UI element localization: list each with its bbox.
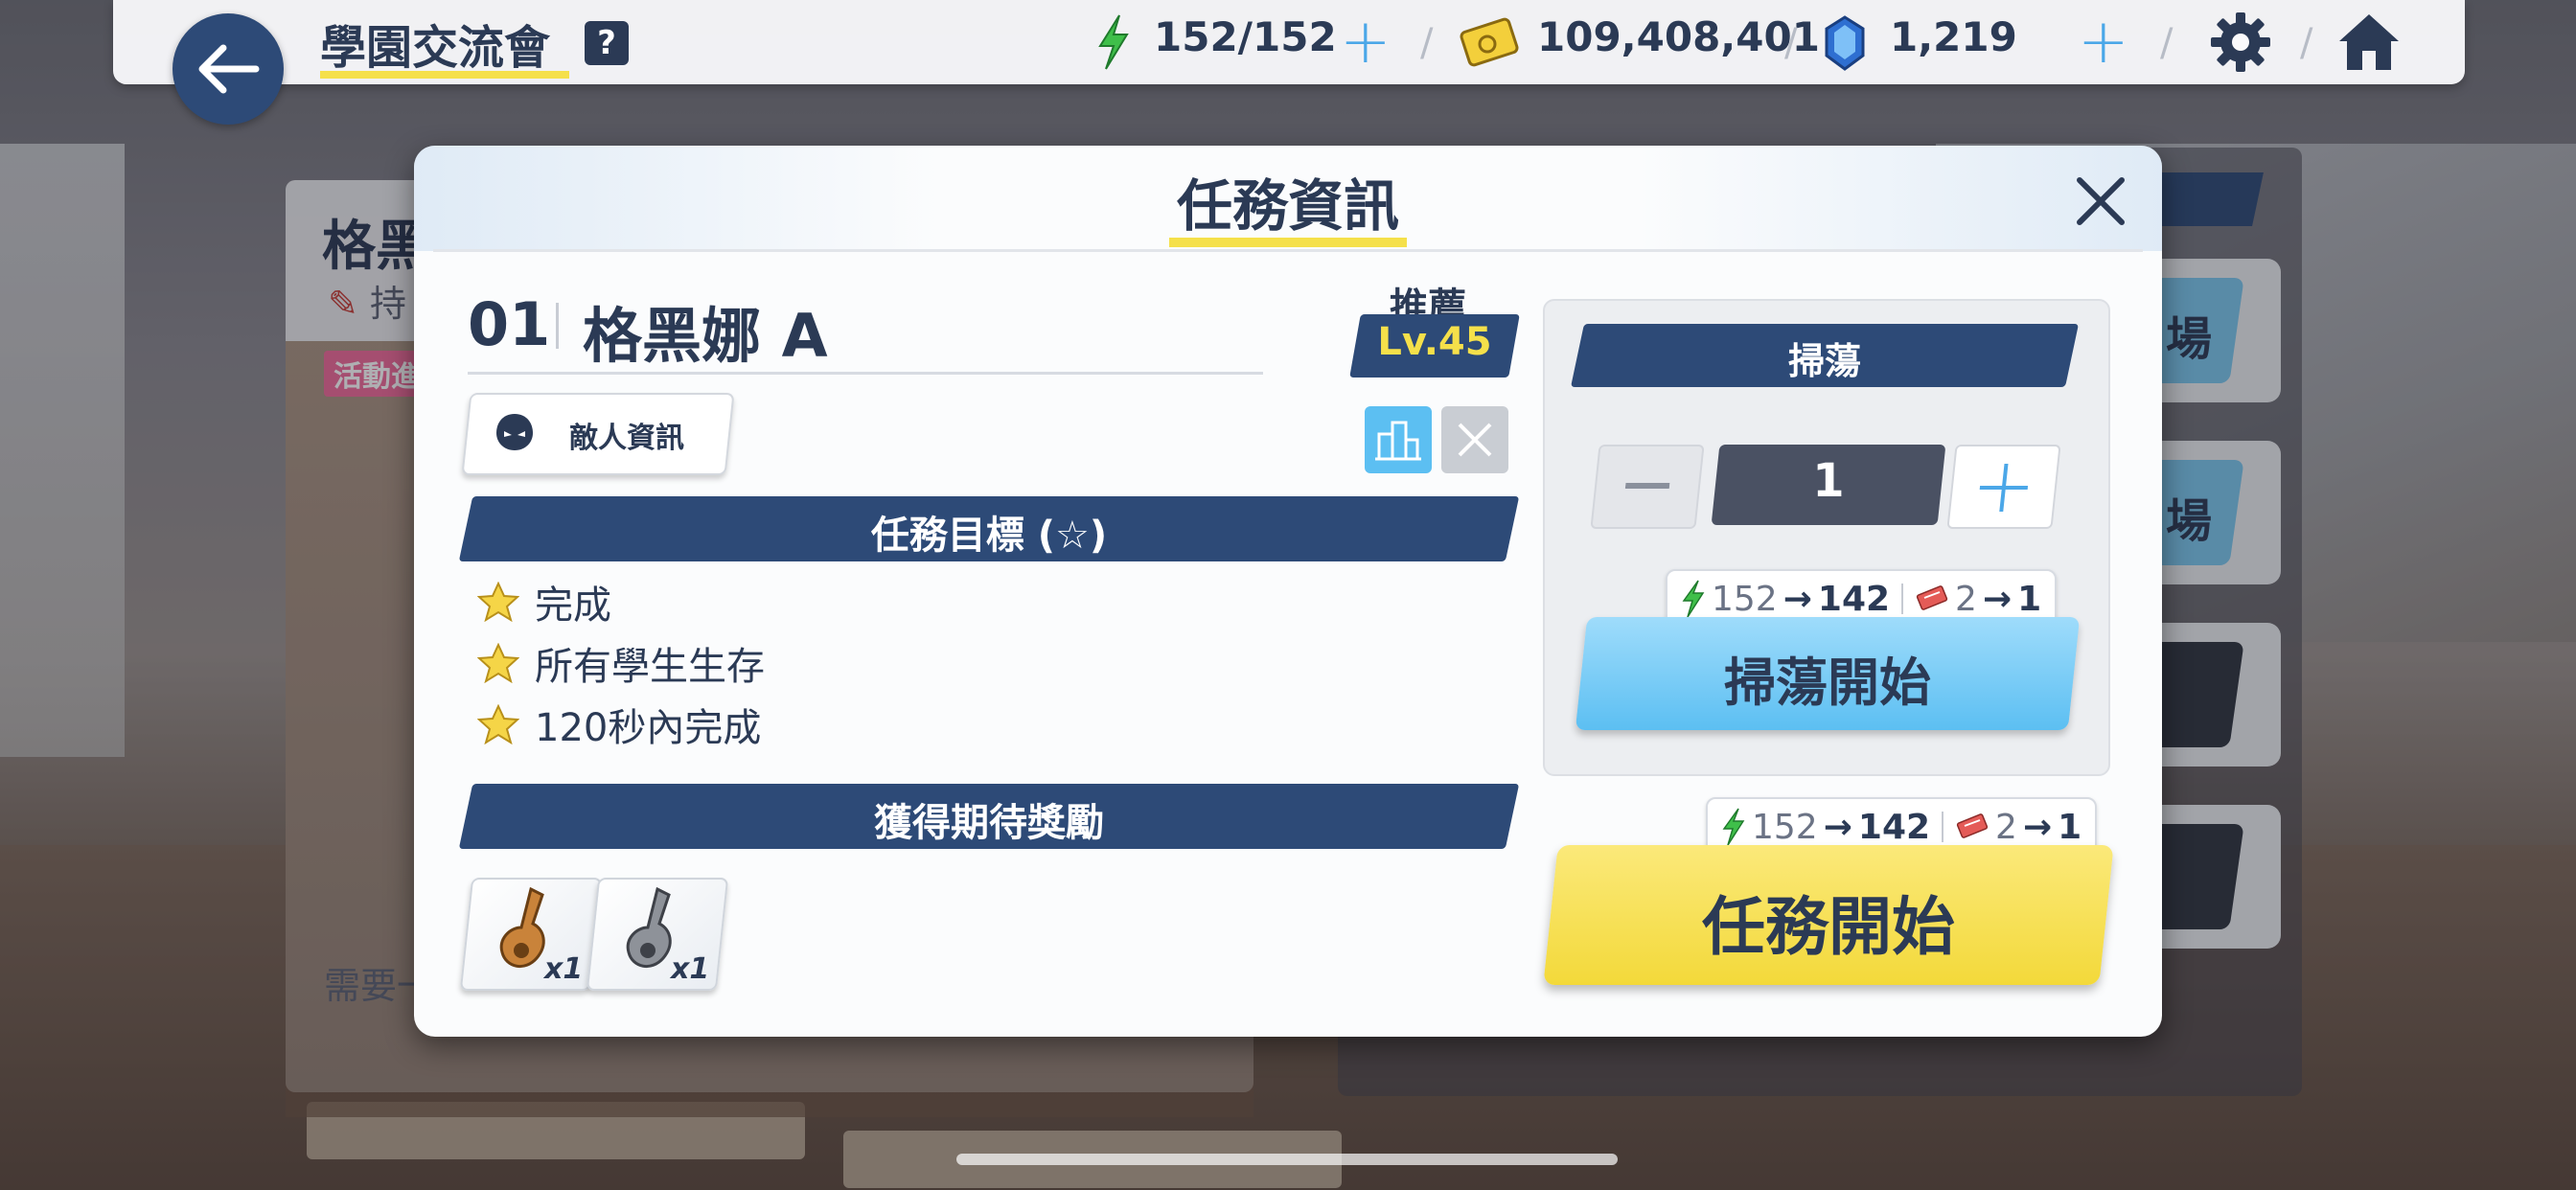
gear-icon bbox=[2211, 12, 2270, 72]
reward-count: x1 bbox=[671, 952, 710, 986]
credit-card-icon bbox=[1460, 17, 1519, 67]
settings-button[interactable] bbox=[2206, 8, 2275, 77]
divider bbox=[468, 372, 1263, 375]
star-icon bbox=[477, 643, 519, 683]
separator bbox=[1942, 812, 1944, 842]
back-button[interactable] bbox=[172, 13, 284, 125]
home-button[interactable] bbox=[2334, 8, 2404, 77]
arrow-right-icon: → bbox=[2022, 807, 2053, 847]
ap-bolt-icon bbox=[1722, 808, 1745, 846]
divider bbox=[556, 303, 559, 349]
ticket-icon bbox=[1956, 813, 1989, 838]
sweep-start-label: 掃蕩開始 bbox=[1724, 652, 1931, 713]
stage-name: 格黑娜 A bbox=[583, 301, 828, 371]
arrow-right-icon: → bbox=[1782, 579, 1812, 619]
separator bbox=[1901, 584, 1904, 614]
ap-value: 152/152 bbox=[1154, 13, 1337, 60]
terrain-urban-button[interactable] bbox=[1365, 406, 1432, 473]
credits-value: 109,408,401 bbox=[1537, 13, 1820, 60]
enemy-mask-icon bbox=[496, 414, 533, 450]
objective-item: 完成 bbox=[477, 575, 611, 629]
rewards-header: 獲得期待獎勵 bbox=[874, 801, 1104, 845]
star-icon bbox=[477, 704, 519, 744]
mission-info-dialog: 任務資訊 01 格黑娜 A 推薦 Lv.45 敵人資訊 任務目標 (☆) 完成 … bbox=[414, 146, 2162, 1037]
sweep-header: 掃蕩 bbox=[1787, 340, 1861, 382]
arrow-right-icon: → bbox=[1982, 579, 2012, 619]
plus-icon bbox=[1979, 464, 2029, 512]
gems-value: 1,219 bbox=[1890, 13, 2017, 60]
ap-bolt-icon bbox=[1682, 580, 1705, 618]
objective-item: 120秒內完成 bbox=[477, 698, 761, 751]
stage-number: 01 bbox=[468, 289, 551, 359]
pyroxene-gem-icon bbox=[1825, 15, 1865, 71]
enemy-info-label: 敵人資訊 bbox=[569, 422, 684, 455]
ticket-icon bbox=[1916, 585, 1948, 610]
decrease-sweep-button[interactable] bbox=[1590, 445, 1705, 529]
minus-icon bbox=[1624, 483, 1670, 489]
dialog-title: 任務資訊 bbox=[1176, 173, 1399, 239]
sweep-count: 1 bbox=[1812, 454, 1845, 508]
separator: / bbox=[1784, 21, 1798, 65]
page-title: 學園交流會 bbox=[320, 21, 551, 75]
increase-sweep-button[interactable] bbox=[1946, 445, 2061, 529]
building-icon bbox=[1375, 421, 1421, 461]
add-gems-button[interactable]: + bbox=[2078, 11, 2129, 73]
star-icon bbox=[477, 582, 519, 622]
separator: / bbox=[1420, 21, 1434, 65]
arrow-right-icon: → bbox=[1823, 807, 1852, 847]
home-icon bbox=[2339, 14, 2399, 70]
title-underline bbox=[320, 71, 569, 79]
recommended-level: Lv.45 bbox=[1377, 320, 1492, 364]
objectives-header: 任務目標 (☆) bbox=[870, 514, 1108, 558]
mission-start-label: 任務開始 bbox=[1702, 890, 1955, 964]
objective-item: 所有學生生存 bbox=[477, 636, 765, 690]
separator: / bbox=[2160, 21, 2174, 65]
unavailable-button[interactable] bbox=[1441, 406, 1508, 473]
back-arrow-icon bbox=[198, 44, 260, 94]
divider bbox=[433, 249, 2143, 252]
close-icon bbox=[1458, 423, 1492, 457]
help-button[interactable]: ? bbox=[585, 21, 629, 65]
title-underline bbox=[1169, 238, 1407, 247]
home-indicator[interactable] bbox=[956, 1154, 1618, 1165]
reward-count: x1 bbox=[544, 952, 584, 986]
separator: / bbox=[2300, 21, 2313, 65]
add-ap-button[interactable]: + bbox=[1340, 11, 1392, 73]
close-icon bbox=[2077, 177, 2125, 225]
ap-bolt-icon bbox=[1098, 14, 1129, 70]
close-button[interactable] bbox=[2064, 165, 2137, 238]
